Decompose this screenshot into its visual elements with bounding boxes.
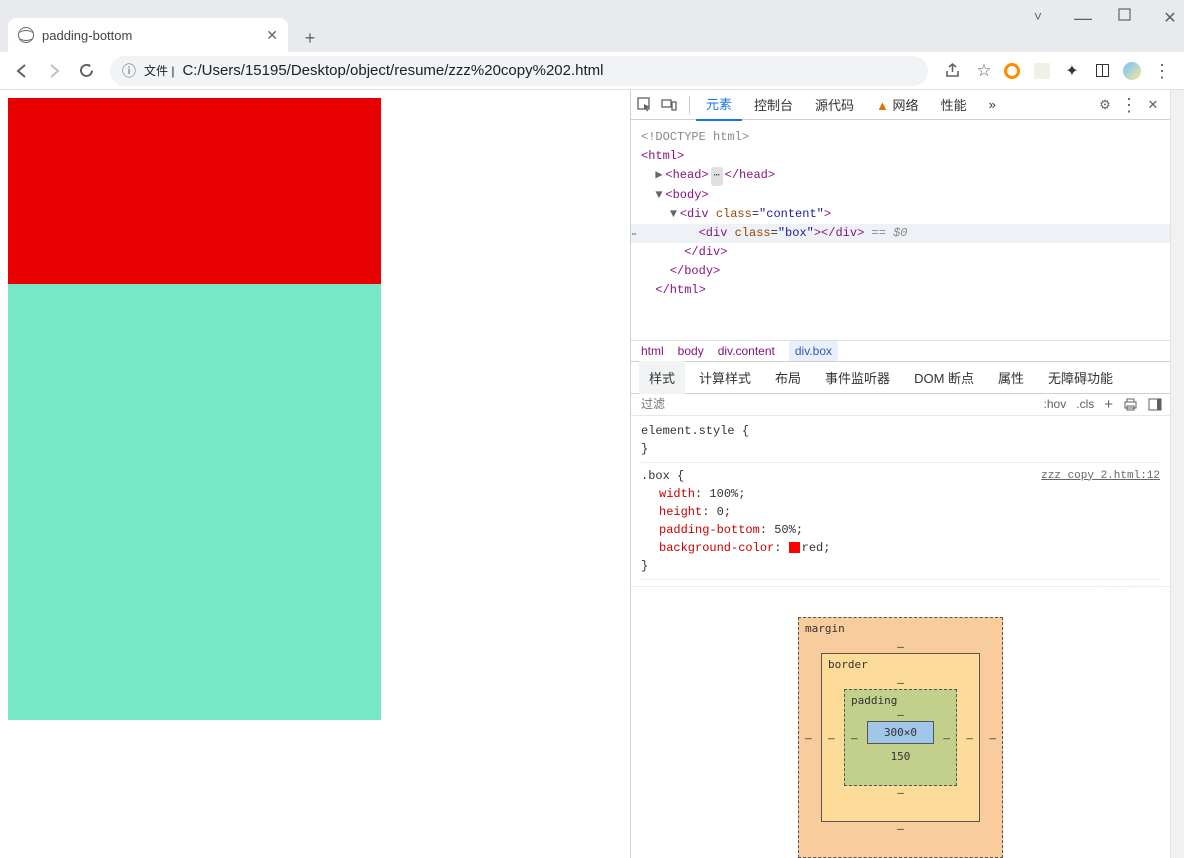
crumb-html[interactable]: html (641, 344, 664, 358)
source-link[interactable]: zzz copy 2.html:12 (1041, 467, 1160, 485)
tab-elements[interactable]: 元素 (696, 88, 742, 121)
rendered-page (0, 90, 630, 858)
bm-content[interactable]: 300×0 (867, 721, 934, 744)
rule-div-ua[interactable]: 用户代理样式表 div { display: block; } (641, 584, 1160, 586)
subtab-accessibility[interactable]: 无障碍功能 (1038, 361, 1123, 394)
main-area: 元素 控制台 源代码 ▲ 网络 性能 » ⚙ ⋮ ✕ <!DOCTYPE htm… (0, 90, 1184, 858)
new-rule-button[interactable]: + (1104, 396, 1113, 413)
gear-icon[interactable]: ⚙ (1094, 97, 1116, 113)
globe-icon (18, 27, 34, 43)
close-tab-icon[interactable]: ✕ (266, 27, 278, 44)
inspect-icon[interactable] (637, 97, 659, 112)
url-prefix: 文件 | (144, 62, 174, 79)
rule-element-style[interactable]: element.style { } (641, 422, 1160, 463)
extensions-list: ✦ ⋮ (1002, 61, 1176, 81)
dom-doctype[interactable]: <!DOCTYPE html> (641, 128, 1160, 147)
ua-label: 用户代理样式表 (1083, 584, 1160, 586)
profile-avatar[interactable] (1122, 61, 1142, 81)
new-tab-button[interactable]: + (296, 24, 324, 52)
bm-margin[interactable]: margin – – – border – – – padding – – – … (798, 617, 1003, 858)
subtab-computed[interactable]: 计算样式 (689, 361, 761, 394)
styles-filter-bar: :hov .cls + (631, 394, 1170, 416)
tab-title: padding-bottom (42, 28, 258, 43)
forward-button[interactable] (40, 57, 68, 85)
tab-console[interactable]: 控制台 (744, 89, 803, 120)
toolbar: ⓘ 文件 | C:/Users/15195/Desktop/object/res… (0, 52, 1184, 90)
url-text: C:/Users/15195/Desktop/object/resume/zzz… (182, 62, 916, 79)
bm-padding[interactable]: padding – – – 300×0 150 (844, 689, 957, 786)
dom-content-close[interactable]: </div> (641, 243, 1160, 262)
close-button[interactable]: ✕ (1162, 8, 1178, 29)
cls-toggle[interactable]: .cls (1076, 397, 1094, 411)
tab-more[interactable]: » (979, 91, 1006, 118)
hov-toggle[interactable]: :hov (1044, 397, 1067, 411)
share-icon[interactable] (938, 57, 966, 85)
styles-subtabs: 样式 计算样式 布局 事件监听器 DOM 断点 属性 无障碍功能 (631, 362, 1170, 394)
box-div (8, 98, 381, 284)
subtab-listeners[interactable]: 事件监听器 (815, 361, 900, 394)
dom-tree[interactable]: <!DOCTYPE html> <html> ▶<head>⋯</head> ▼… (631, 120, 1170, 340)
crumb-content[interactable]: div.content (718, 344, 775, 358)
close-devtools-icon[interactable]: ✕ (1142, 97, 1164, 113)
content-div (8, 98, 381, 720)
devtools-tabs: 元素 控制台 源代码 ▲ 网络 性能 » ⚙ ⋮ ✕ (631, 90, 1170, 120)
back-button[interactable] (8, 57, 36, 85)
dom-content-open[interactable]: ▼<div class="content"> (641, 205, 1160, 224)
window-controls: ˅ — ✕ (1030, 8, 1178, 29)
bookmark-icon[interactable]: ☆ (970, 57, 998, 85)
info-icon[interactable]: ⓘ (122, 61, 136, 81)
maximize-button[interactable] (1118, 8, 1134, 29)
browser-tab[interactable]: padding-bottom ✕ (8, 18, 288, 52)
bm-border[interactable]: border – – – padding – – – 300×0 150 – (821, 653, 980, 822)
crumb-box[interactable]: div.box (789, 341, 838, 361)
titlebar (0, 0, 1184, 16)
subtab-properties[interactable]: 属性 (988, 361, 1034, 394)
dom-breadcrumbs: html body div.content div.box (631, 340, 1170, 362)
tabstrip: padding-bottom ✕ + (0, 16, 1184, 52)
chevron-down-icon[interactable]: ˅ (1030, 8, 1046, 29)
dom-box-line[interactable]: ⋯ <div class="box"></div> == $0 (631, 224, 1170, 243)
extension-square-icon[interactable] (1032, 61, 1052, 81)
device-icon[interactable] (661, 98, 683, 112)
menu-button[interactable]: ⋮ (1152, 61, 1172, 81)
box-model-diagram: margin – – – border – – – padding – – – … (631, 586, 1170, 858)
print-icon[interactable] (1123, 398, 1138, 411)
subtab-layout[interactable]: 布局 (765, 361, 811, 394)
reload-button[interactable] (72, 57, 100, 85)
crumb-body[interactable]: body (678, 344, 704, 358)
tab-sources[interactable]: 源代码 (805, 89, 864, 120)
address-bar[interactable]: ⓘ 文件 | C:/Users/15195/Desktop/object/res… (110, 56, 928, 86)
dom-body-open[interactable]: ▼<body> (641, 186, 1160, 205)
devtools-panel: 元素 控制台 源代码 ▲ 网络 性能 » ⚙ ⋮ ✕ <!DOCTYPE htm… (630, 90, 1184, 858)
subtab-dom-breakpoints[interactable]: DOM 断点 (904, 361, 984, 394)
dom-html-close[interactable]: </html> (641, 281, 1160, 300)
dom-body-close[interactable]: </body> (641, 262, 1160, 281)
filter-input[interactable] (639, 396, 739, 412)
content-remainder (8, 284, 381, 720)
tab-performance[interactable]: 性能 (931, 89, 977, 120)
toggle-side-icon[interactable] (1148, 398, 1162, 411)
tab-network[interactable]: ▲ 网络 (866, 89, 929, 120)
styles-panel[interactable]: element.style { } zzz copy 2.html:12 .bo… (631, 416, 1170, 586)
subtab-styles[interactable]: 样式 (639, 361, 685, 394)
devtools-scrollbar[interactable] (1170, 90, 1184, 858)
dom-html-open[interactable]: <html> (641, 147, 1160, 166)
extensions-icon[interactable]: ✦ (1062, 61, 1082, 81)
minimize-button[interactable]: — (1074, 8, 1090, 29)
devtools-menu[interactable]: ⋮ (1118, 96, 1140, 114)
rule-box[interactable]: zzz copy 2.html:12 .box { width: 100%; h… (641, 467, 1160, 580)
dom-head[interactable]: ▶<head>⋯</head> (641, 166, 1160, 186)
extension-circle-icon[interactable] (1002, 61, 1022, 81)
side-panel-icon[interactable] (1092, 61, 1112, 81)
